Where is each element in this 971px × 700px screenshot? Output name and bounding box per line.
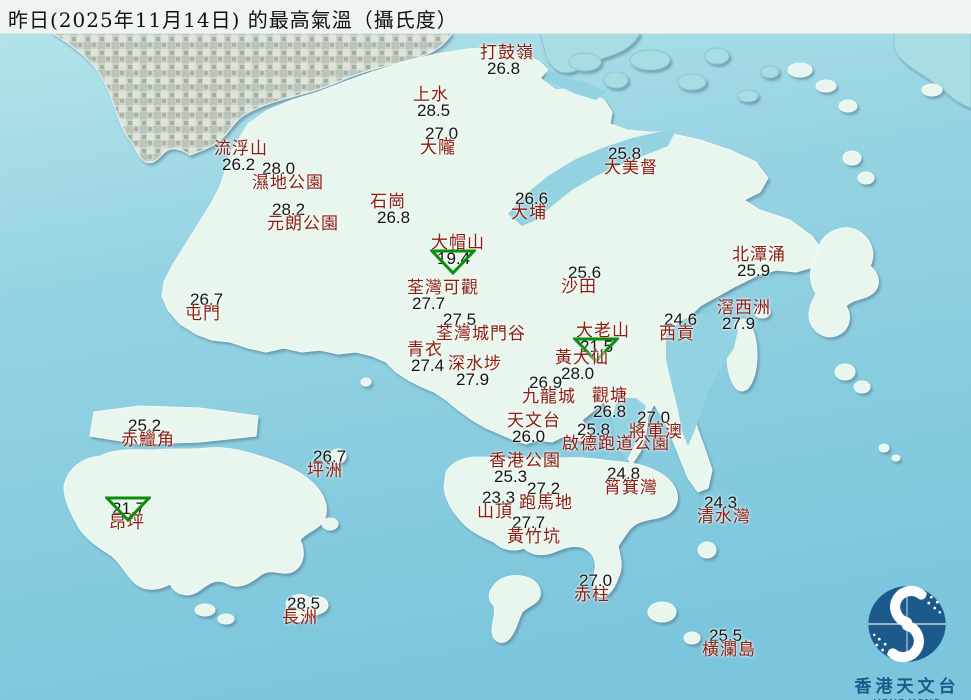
station-label: 大帽山 19.4 — [430, 235, 485, 275]
station-label: 26.7 屯門 — [185, 291, 223, 324]
station-label: 28.0 濕地公園 — [252, 160, 324, 193]
station-label: 27.2 跑馬地 — [519, 480, 573, 513]
station-label: 27.0 赤柱 — [574, 572, 612, 605]
mirs-bay-islet — [737, 89, 759, 103]
station-name: 沙田 — [561, 277, 597, 297]
station-label: 24.8 筲箕灣 — [604, 465, 658, 498]
station-label: 25.2 赤鱲角 — [121, 417, 175, 450]
station-label: 青衣 27.4 — [407, 342, 445, 375]
station-value: 27.9 — [722, 314, 756, 333]
po-toi-island — [683, 631, 701, 645]
tap-mun-island — [842, 150, 862, 166]
station-value: 25.9 — [737, 261, 771, 280]
station-label: 石崗 26.8 — [370, 194, 411, 227]
station-label: 深水埗 27.9 — [448, 356, 502, 389]
station-label: 27.5 荃灣城門谷 — [436, 311, 526, 344]
station-name: 屯門 — [185, 304, 221, 324]
soko-island — [194, 603, 216, 617]
station-label: 25.6 沙田 — [561, 264, 601, 297]
ping-chau-island — [921, 83, 943, 97]
ninepin-island — [891, 454, 901, 462]
station-name: 黃竹坑 — [507, 527, 561, 547]
bluff-island — [834, 363, 856, 381]
station-label: 觀塘 26.8 — [592, 388, 628, 421]
station-name: 元朗公園 — [267, 214, 339, 234]
station-label: 27.0 將軍澳 — [629, 409, 683, 442]
station-name: 九龍城 — [522, 387, 576, 407]
station-label: 滘西洲 27.9 — [717, 300, 771, 333]
station-name: 筲箕灣 — [604, 478, 658, 498]
hko-logo-chinese: 香港天文台 — [854, 677, 960, 697]
station-value: 26.0 — [512, 427, 546, 446]
kat-o-island — [815, 79, 837, 93]
jin-island — [853, 380, 871, 394]
crooked-island — [787, 62, 813, 78]
station-label: 24.3 清水灣 — [697, 494, 751, 527]
station-name: 大美督 — [604, 158, 658, 178]
station-name: 大埔 — [511, 203, 547, 223]
station-label: 26.6 大埔 — [511, 190, 548, 223]
station-name: 長洲 — [282, 608, 318, 628]
mirs-bay-islet — [760, 65, 780, 79]
mirs-bay-islet — [568, 52, 602, 72]
map-title: 昨日(2025年11月14日) 的最高氣溫（攝氏度） — [8, 8, 458, 32]
station-label: 26.7 坪洲 — [307, 448, 346, 481]
station-name: 昂坪 — [109, 513, 145, 533]
station-label: 北潭涌 25.9 — [732, 247, 786, 280]
station-value: 26.8 — [487, 59, 521, 78]
station-label: 荃灣可觀 27.7 — [407, 280, 479, 313]
station-name: 清水灣 — [697, 507, 751, 527]
station-label: 27.0 大隴 — [420, 125, 458, 158]
mirs-bay-islet — [629, 49, 671, 71]
station-value: 27.4 — [411, 356, 445, 375]
ma-wan-island — [360, 377, 372, 387]
station-label: 28.5 長洲 — [282, 595, 320, 628]
station-value: 27.7 — [412, 294, 446, 313]
station-label: 25.5 橫瀾島 — [702, 627, 756, 660]
hongkong-map-canvas — [0, 0, 971, 700]
station-label: 25.8 大美督 — [604, 145, 658, 178]
station-label: 26.9 九龍城 — [522, 374, 576, 407]
station-value: 28.5 — [417, 101, 451, 120]
station-value: 26.8 — [593, 402, 627, 421]
station-value: 19.4 — [437, 249, 471, 268]
station-label: 21.7 昂坪 — [105, 496, 151, 533]
station-label: 上水 28.5 — [413, 87, 451, 120]
soko-island — [217, 613, 235, 625]
station-name: 跑馬地 — [519, 493, 573, 513]
grass-island — [857, 171, 875, 185]
hei-ling-chau-island — [321, 517, 339, 531]
station-name: 濕地公園 — [252, 173, 324, 193]
mirs-bay-islet — [603, 71, 629, 89]
station-label: 28.2 元朗公園 — [267, 201, 339, 234]
station-name: 西貢 — [659, 324, 695, 344]
station-name: 大隴 — [420, 138, 456, 158]
weather-map-page: 昨日(2025年11月14日) 的最高氣溫（攝氏度） 打鼓嶺 26.8 上水 28.5… — [0, 0, 971, 700]
tung-lung-island — [697, 541, 717, 559]
station-label: 27.7 黃竹坑 — [507, 514, 561, 547]
title-band: 昨日(2025年11月14日) 的最高氣溫（攝氏度） — [0, 0, 971, 34]
ap-chau-island — [838, 99, 858, 113]
station-name: 赤鱲角 — [121, 430, 175, 450]
station-label: 天文台 26.0 — [507, 413, 561, 446]
station-name: 橫瀾島 — [702, 640, 756, 660]
hko-logo: 香港天文台 HONG KONG OBSERVATORY — [843, 582, 971, 700]
station-name: 荃灣城門谷 — [436, 324, 526, 344]
po-toi-island — [647, 601, 677, 623]
mirs-bay-islet — [704, 47, 730, 65]
station-name: 赤柱 — [574, 585, 610, 605]
station-value: 27.9 — [456, 370, 490, 389]
ninepin-island — [878, 443, 890, 453]
hko-logo-emblem — [868, 585, 946, 663]
station-value: 26.8 — [377, 208, 411, 227]
station-label: 24.6 西貢 — [659, 311, 697, 344]
mirs-bay-islet — [677, 73, 707, 91]
station-name: 將軍澳 — [629, 422, 683, 442]
station-label: 打鼓嶺 26.8 — [480, 45, 534, 78]
station-name: 坪洲 — [307, 461, 343, 481]
